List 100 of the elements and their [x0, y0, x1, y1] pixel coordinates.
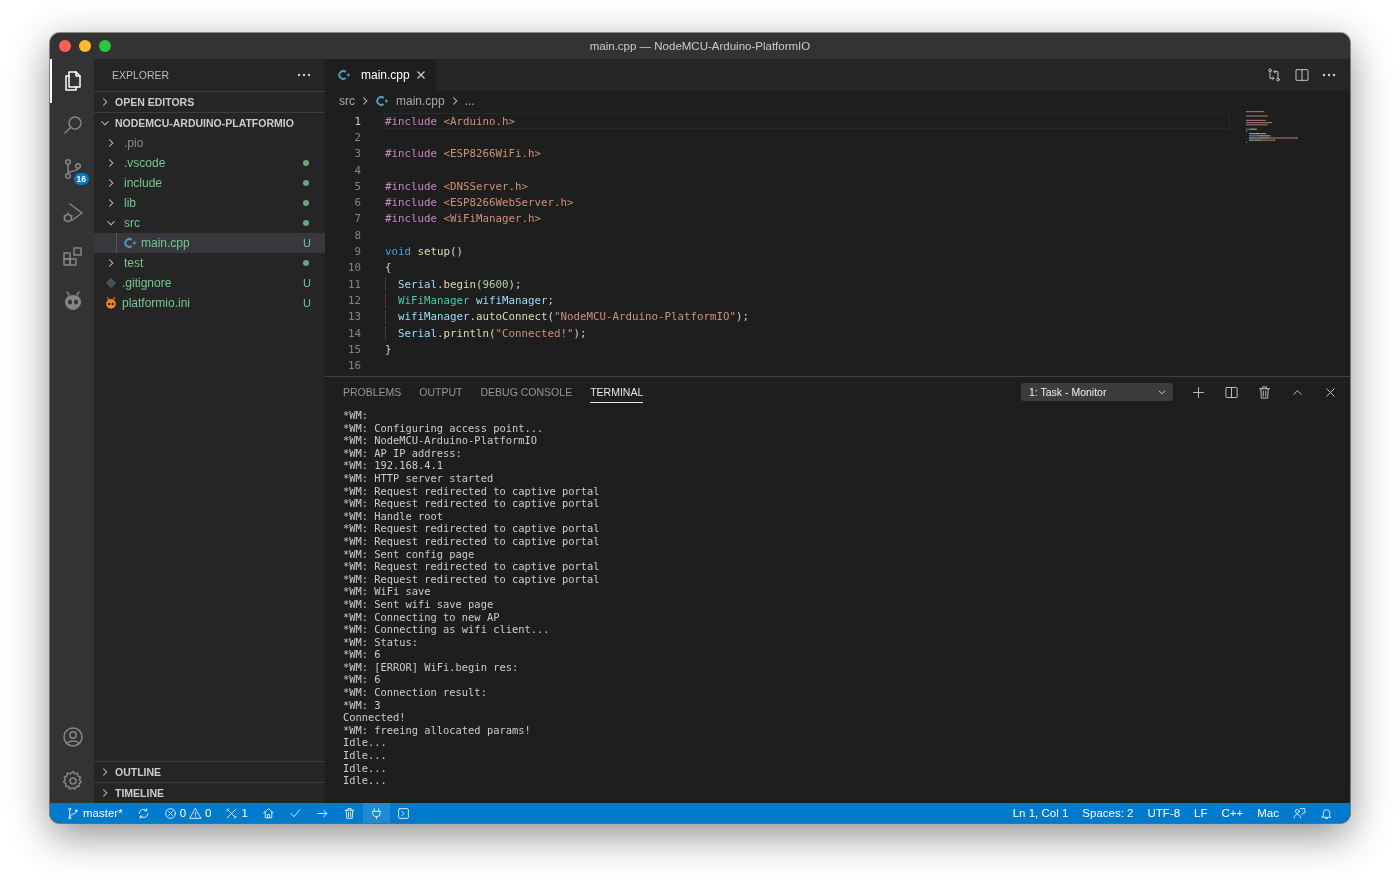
file-tree-item[interactable]: test — [94, 253, 325, 273]
code-line: WiFiManager wifiManager; — [398, 293, 555, 307]
cpp-file-icon — [337, 68, 351, 82]
line-number: 9 — [353, 245, 361, 258]
extensions-icon[interactable] — [61, 245, 85, 269]
file-tree-item[interactable]: lib — [94, 193, 325, 213]
trash-icon[interactable] — [342, 806, 356, 820]
terminal-line: *WM: Sent config page — [343, 547, 476, 561]
editor-tab[interactable]: main.cpp — [325, 59, 436, 91]
panel-tab[interactable]: OUTPUT — [419, 381, 463, 403]
branch-icon[interactable] — [67, 806, 80, 820]
section-title: NODEMCU-ARDUINO-PLATFORMIO — [115, 117, 294, 129]
feedback-icon[interactable] — [1293, 806, 1306, 820]
check-icon[interactable] — [288, 806, 302, 820]
status-item[interactable]: master* — [83, 807, 123, 819]
line-number: 13 — [347, 310, 361, 324]
code-line: Serial.begin(9600); — [398, 277, 522, 291]
section-title: TIMELINE — [115, 787, 164, 799]
terminal-dropdown[interactable]: 1: Task - Monitor — [1021, 383, 1173, 401]
terminal-line: Connected! — [343, 711, 407, 724]
line-number: 7 — [353, 212, 361, 226]
line-number: 5 — [353, 179, 361, 193]
terminal-line: Idle... — [343, 749, 388, 762]
terminal-line: *WM: HTTP server started — [343, 471, 495, 485]
settings-icon[interactable] — [61, 769, 85, 793]
terminal-line: *WM: — [343, 409, 370, 422]
zoom-button[interactable] — [99, 40, 111, 52]
file-tree-item[interactable]: platformio.ini U — [94, 293, 325, 313]
section-title: OPEN EDITORS — [115, 96, 195, 108]
error-icon[interactable] — [163, 806, 177, 820]
home-icon[interactable] — [261, 806, 275, 820]
panel-tab[interactable]: DEBUG CONSOLE — [480, 381, 573, 403]
untracked-label: U — [303, 237, 311, 249]
status-item[interactable]: Ln 1, Col 1 — [1005, 803, 1076, 823]
window-title: main.cpp — NodeMCU-Arduino-PlatformIO — [589, 40, 811, 52]
cpp-file-icon — [375, 94, 389, 108]
more-icon[interactable] — [297, 73, 311, 77]
file-tree-item[interactable]: src — [94, 213, 325, 233]
code-line: } — [385, 342, 392, 356]
bell-icon[interactable] — [1320, 806, 1333, 820]
line-number: 1 — [353, 114, 361, 128]
file-tree-item[interactable]: .vscode — [94, 153, 325, 173]
section-header[interactable]: OUTLINE — [94, 761, 325, 782]
code-line: #include <WiFiManager.h> — [385, 212, 542, 226]
trash-icon[interactable] — [1257, 384, 1272, 400]
plus-icon[interactable] — [1191, 384, 1206, 400]
code-line: #include <ESP8266WebServer.h> — [385, 196, 574, 210]
file-name: src — [124, 216, 141, 230]
warning-icon[interactable] — [189, 806, 203, 820]
status-item[interactable]: UTF-8 — [1140, 803, 1188, 823]
untracked-label: U — [303, 277, 311, 289]
close-button[interactable] — [59, 40, 71, 52]
minimize-button[interactable] — [79, 40, 91, 52]
terminal-line: Idle... — [343, 736, 388, 750]
line-number: 10 — [347, 261, 361, 275]
breadcrumb-item[interactable]: main.cpp — [396, 94, 445, 108]
panel-tab[interactable]: TERMINAL — [590, 381, 644, 403]
split-editor-icon[interactable] — [1294, 67, 1310, 83]
section-header[interactable]: NODEMCU-ARDUINO-PLATFORMIO — [94, 112, 325, 133]
error-count[interactable]: 0 — [179, 807, 187, 819]
run-debug-icon[interactable] — [61, 201, 85, 225]
terminal-line: *WM: 6 — [343, 648, 382, 661]
terminal-line: Idle... — [343, 774, 388, 787]
search-icon[interactable] — [61, 113, 85, 137]
line-number: 12 — [347, 293, 361, 307]
file-tree-item[interactable]: .pio — [94, 133, 325, 153]
compare-changes-icon[interactable] — [1266, 67, 1282, 83]
panel-tab[interactable]: PROBLEMS — [343, 381, 402, 403]
breadcrumb-item[interactable]: src — [339, 94, 355, 108]
terminal-icon[interactable] — [396, 806, 410, 820]
untracked-label: U — [303, 297, 311, 309]
close-icon[interactable] — [415, 70, 426, 80]
file-name: main.cpp — [141, 236, 191, 250]
file-tree-item[interactable]: include — [94, 173, 325, 193]
terminal-line: *WM: Connecting to new AP — [343, 610, 501, 624]
terminal-line: *WM: Request redirected to captive portal — [343, 534, 601, 548]
plug-icon[interactable] — [369, 806, 383, 820]
breadcrumb-item[interactable]: ... — [464, 94, 475, 108]
sync-icon[interactable] — [136, 806, 150, 820]
status-item[interactable]: LF — [1187, 803, 1215, 823]
file-name: .gitignore — [122, 276, 173, 290]
split-terminal-icon[interactable] — [1224, 384, 1239, 400]
more-icon[interactable] — [1322, 73, 1336, 77]
code-line: wifiManager.autoConnect("NodeMCU-Arduino-PlatformIO"); — [398, 310, 750, 324]
terminal-line: *WM: Configuring access point... — [343, 421, 545, 435]
file-tree-item[interactable]: main.cpp U — [94, 233, 325, 253]
file-name: .pio — [124, 136, 145, 150]
warning-count[interactable]: 0 — [205, 807, 212, 819]
status-item[interactable]: 1 — [241, 807, 248, 819]
terminal-line: *WM: NodeMCU-Arduino-PlatformIO — [343, 434, 538, 447]
line-number: 11 — [347, 277, 361, 291]
section-header[interactable]: OPEN EDITORS — [94, 91, 325, 112]
terminal-line: *WM: Request redirected to captive portal — [343, 484, 601, 498]
terminal-line: *WM: Request redirected to captive portal — [343, 497, 601, 510]
file-tree-item[interactable]: .gitignore U — [94, 273, 325, 293]
status-item[interactable]: C++ — [1214, 803, 1251, 823]
account-icon[interactable] — [61, 725, 85, 749]
status-item[interactable]: Mac — [1250, 803, 1286, 823]
status-item[interactable]: Spaces: 2 — [1075, 803, 1141, 823]
count-badge: 16 — [73, 172, 89, 185]
